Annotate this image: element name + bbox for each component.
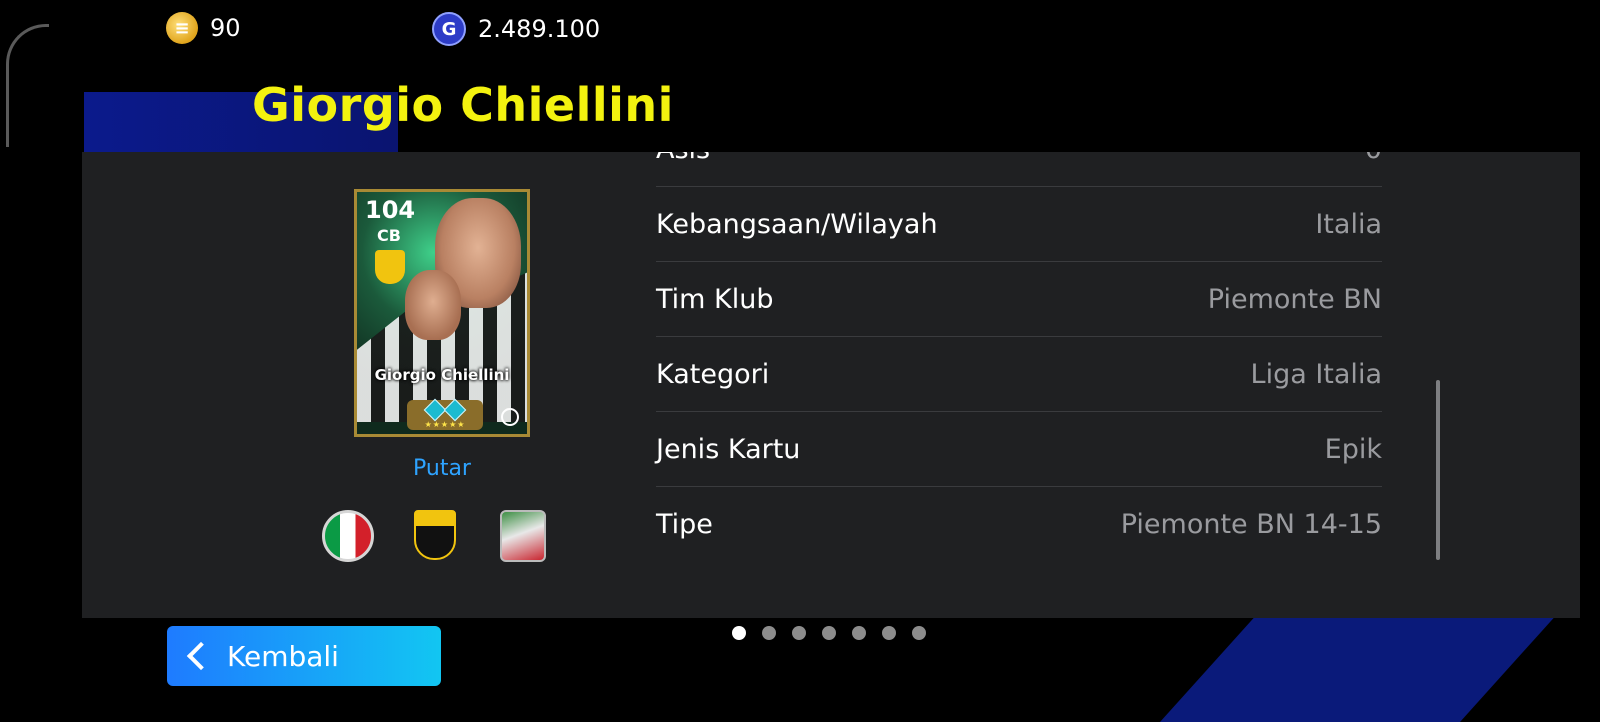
info-label: Tim Klub	[656, 283, 774, 315]
chevron-left-icon	[186, 641, 216, 671]
gp-amount: 2.489.100	[478, 15, 601, 43]
card-player-name: Giorgio Chiellini	[374, 366, 510, 384]
card-club-badge-icon	[375, 250, 405, 284]
efootball-coin-icon: ≡	[166, 12, 198, 44]
card-rating: 104	[365, 196, 416, 224]
card-stars: ★★★★★	[424, 419, 466, 429]
info-label: Kategori	[656, 358, 770, 390]
info-row-type: Tipe Piemonte BN 14-15	[656, 487, 1382, 561]
gem-icon	[443, 398, 467, 421]
info-value: Liga Italia	[1250, 358, 1382, 390]
page-dot[interactable]	[912, 626, 926, 640]
player-info-list[interactable]: Asis 0 Kebangsaan/Wilayah Italia Tim Klu…	[656, 152, 1382, 561]
player-card[interactable]: 104 CB Giorgio Chiellini ★★★★★	[354, 189, 530, 437]
info-value: 0	[1365, 152, 1382, 165]
gp-balance: G 2.489.100	[432, 12, 600, 46]
screen-edge-decoration	[6, 24, 49, 147]
back-button[interactable]: Kembali	[167, 626, 441, 686]
page-dot[interactable]	[822, 626, 836, 640]
background-stripe	[1160, 612, 1560, 722]
coins-balance: ≡ 90	[166, 12, 241, 44]
info-label: Tipe	[656, 508, 713, 540]
page-dot[interactable]	[762, 626, 776, 640]
info-value: Italia	[1315, 208, 1382, 240]
player-portrait-secondary	[405, 270, 461, 340]
page-dot[interactable]	[882, 626, 896, 640]
page-dot[interactable]	[852, 626, 866, 640]
page-dot[interactable]	[792, 626, 806, 640]
player-details-panel: 104 CB Giorgio Chiellini ★★★★★ Putar Asi…	[82, 152, 1580, 618]
rotate-card-button[interactable]: Putar	[342, 456, 542, 481]
card-skill-plate: ★★★★★	[407, 398, 483, 430]
card-position: CB	[377, 226, 401, 245]
page-indicator	[732, 626, 926, 640]
info-row-club: Tim Klub Piemonte BN	[656, 262, 1382, 337]
gp-icon: G	[432, 12, 466, 46]
info-value: Epik	[1324, 433, 1382, 465]
page-dot[interactable]	[732, 626, 746, 640]
italy-flag-icon	[322, 510, 374, 562]
info-row-assists: Asis 0	[656, 152, 1382, 187]
info-value: Piemonte BN	[1207, 283, 1382, 315]
info-row-category: Kategori Liga Italia	[656, 337, 1382, 412]
info-row-nationality: Kebangsaan/Wilayah Italia	[656, 187, 1382, 262]
scrollbar[interactable]	[1436, 380, 1440, 560]
info-label: Jenis Kartu	[656, 433, 801, 465]
info-row-card-type: Jenis Kartu Epik	[656, 412, 1382, 487]
page-title: Giorgio Chiellini	[252, 78, 674, 132]
info-value: Piemonte BN 14-15	[1120, 508, 1382, 540]
club-badge-icon	[414, 510, 456, 560]
back-button-label: Kembali	[227, 639, 339, 673]
coins-amount: 90	[210, 14, 241, 42]
info-label: Asis	[656, 152, 710, 165]
efootball-logo-icon	[501, 408, 519, 426]
league-badge-icon	[500, 510, 546, 562]
info-label: Kebangsaan/Wilayah	[656, 208, 938, 240]
